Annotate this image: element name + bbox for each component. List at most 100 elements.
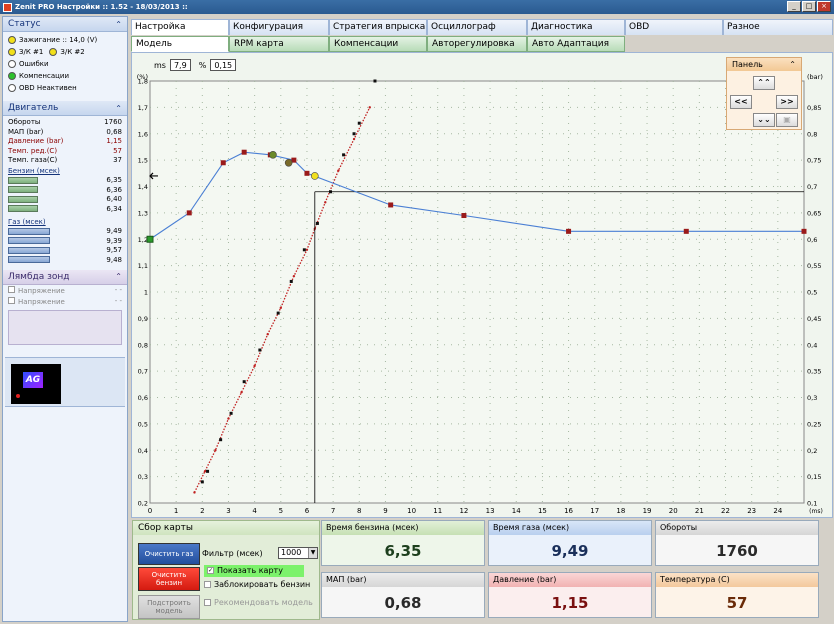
left-tick-label: 1 [144, 289, 148, 297]
lambda-voltage-row[interactable]: Напряжение - - [3, 296, 127, 307]
x-tick-label: 4 [252, 507, 257, 515]
right-tick-label: 0,15 [807, 473, 821, 481]
right-tick-label: 0,7 [807, 183, 817, 191]
engine-header[interactable]: Двигатель ⌃ [3, 101, 127, 116]
lambda-graph [8, 309, 122, 345]
subtab-2[interactable]: Компенсации [329, 36, 427, 52]
collected-point [357, 121, 361, 125]
collected-point [342, 153, 346, 157]
left-tick-label: 0,7 [138, 368, 148, 376]
tab-1[interactable]: Конфигурация [229, 19, 329, 35]
checkbox-icon[interactable] [204, 581, 211, 588]
lambda-header[interactable]: Лямбда зонд ⌃ [3, 269, 127, 285]
collapse-chevron-icon[interactable]: ⌃ [115, 272, 122, 281]
curve-node[interactable] [461, 213, 467, 219]
tab-6[interactable]: Разное [723, 19, 833, 35]
build-model-button[interactable]: Подстроить модель [138, 595, 200, 619]
lock-petrol-checkbox[interactable]: Заблокировать бензин [204, 581, 314, 589]
subtab-4[interactable]: Авто Адаптация [527, 36, 625, 52]
pct-value: 0,15 [210, 59, 237, 71]
tab-4[interactable]: Диагностика [527, 19, 625, 35]
subtab-3[interactable]: Авторегулировка [427, 36, 527, 52]
dropdown-arrow-icon[interactable]: ▼ [308, 548, 317, 558]
collected-point [242, 380, 246, 384]
recommend-model-checkbox[interactable]: Рекомендовать модель [204, 599, 314, 607]
right-tick-label: 0,1 [807, 500, 817, 508]
ms-value: 7,9 [169, 59, 191, 71]
lambda-voltage-row[interactable]: Напряжение - - [3, 285, 127, 296]
petrol-injector-bar [8, 195, 38, 203]
filter-select[interactable]: 1000 ▼ [278, 547, 318, 559]
x-unit-label: (ms) [809, 508, 823, 515]
subtab-1[interactable]: RPM карта [229, 36, 329, 52]
map-card: МАП (bar) 0,68 [321, 572, 485, 618]
curve-node-highlight[interactable] [311, 172, 319, 180]
subtab-0[interactable]: Модель [131, 36, 229, 52]
x-tick-label: 5 [279, 507, 283, 515]
gas-injector-bar [8, 227, 50, 235]
tab-5[interactable]: OBD [625, 19, 723, 35]
engine-row: Темп. ред.(C) 57 [8, 146, 122, 155]
clear-gas-button[interactable]: Очистить газ [138, 543, 200, 565]
ignition-status: Зажигание :: 14,0 (V) [3, 34, 127, 46]
right-tick-label: 0,6 [807, 236, 817, 244]
curve-node[interactable] [388, 202, 394, 208]
curve-node[interactable] [220, 160, 226, 166]
curve-node[interactable] [241, 149, 247, 155]
checkbox-icon[interactable] [204, 599, 211, 606]
errors-led-icon [8, 60, 16, 68]
close-icon[interactable]: × [817, 1, 831, 12]
gas-label: Газ (мсек) [8, 217, 46, 226]
x-tick-label: 1 [174, 507, 178, 515]
collapse-chevron-icon[interactable]: ⌃ [115, 104, 122, 113]
pan-up-button[interactable]: ⌃⌃ [753, 76, 775, 90]
pan-right-button[interactable]: >> [776, 95, 798, 109]
show-map-checkbox[interactable]: ✓ Показать карту [204, 565, 304, 577]
collapse-chevron-icon[interactable]: ⌃ [115, 20, 122, 29]
curve-node[interactable] [801, 228, 807, 234]
curve-node-highlight[interactable] [284, 158, 293, 167]
checkbox-checked-icon[interactable]: ✓ [207, 567, 214, 574]
curve-node-active[interactable] [146, 235, 154, 243]
curve-node-highlight[interactable] [269, 151, 277, 159]
right-tick-label: 0,3 [807, 394, 817, 402]
petrol-injector-bar [8, 205, 38, 213]
tab-3[interactable]: Осциллограф [427, 19, 527, 35]
minimize-icon[interactable]: _ [787, 1, 801, 12]
pressure-card: Давление (bar) 1,15 [488, 572, 652, 618]
compensation-status: Компенсации [3, 70, 127, 82]
right-tick-label: 0,25 [807, 420, 821, 428]
x-tick-label: 21 [695, 507, 704, 515]
pan-down-button[interactable]: ⌄⌄ [753, 113, 775, 127]
status-header[interactable]: Статус ⌃ [3, 17, 127, 32]
checkbox-icon[interactable] [8, 296, 15, 304]
petrol-injector-row: 6,40 [3, 195, 127, 205]
save-icon[interactable]: ▣ [776, 113, 798, 127]
collected-point [302, 248, 306, 252]
collected-point [373, 79, 377, 83]
curve-node[interactable] [186, 210, 192, 216]
pan-left-button[interactable]: << [730, 95, 752, 109]
right-tick-label: 0,35 [807, 368, 821, 376]
gas-injector-row: 9,48 [3, 255, 127, 265]
curve-node[interactable] [683, 228, 689, 234]
gas-injector-row: 9,39 [3, 236, 127, 246]
chart-area[interactable]: 0 1 2 3 4 5 6 7 8 9 10 11 12 13 14 15 16 17 18 19 20 21 22 23 24… [131, 52, 833, 518]
curve-node[interactable] [566, 228, 572, 234]
curve-node[interactable] [304, 170, 310, 176]
gas-injector-row: 9,49 [3, 227, 127, 237]
maximize-icon[interactable]: □ [802, 1, 816, 12]
x-tick-label: 6 [305, 507, 310, 515]
x-tick-label: 3 [226, 507, 230, 515]
sample-point [193, 491, 196, 494]
petrol-injector-row: 6,34 [3, 204, 127, 214]
compensation-led-icon [8, 72, 16, 80]
tab-0[interactable]: Настройка [131, 19, 229, 35]
collected-point [219, 438, 223, 442]
clear-petrol-button[interactable]: Очистить бензин [138, 567, 200, 591]
tab-2[interactable]: Стратегия впрыска [329, 19, 427, 35]
x-tick-label: 12 [459, 507, 468, 515]
petrol-label: Бензин (мсек) [8, 166, 60, 175]
collapse-chevron-icon[interactable]: ⌃ [789, 58, 796, 71]
checkbox-icon[interactable] [8, 285, 15, 293]
